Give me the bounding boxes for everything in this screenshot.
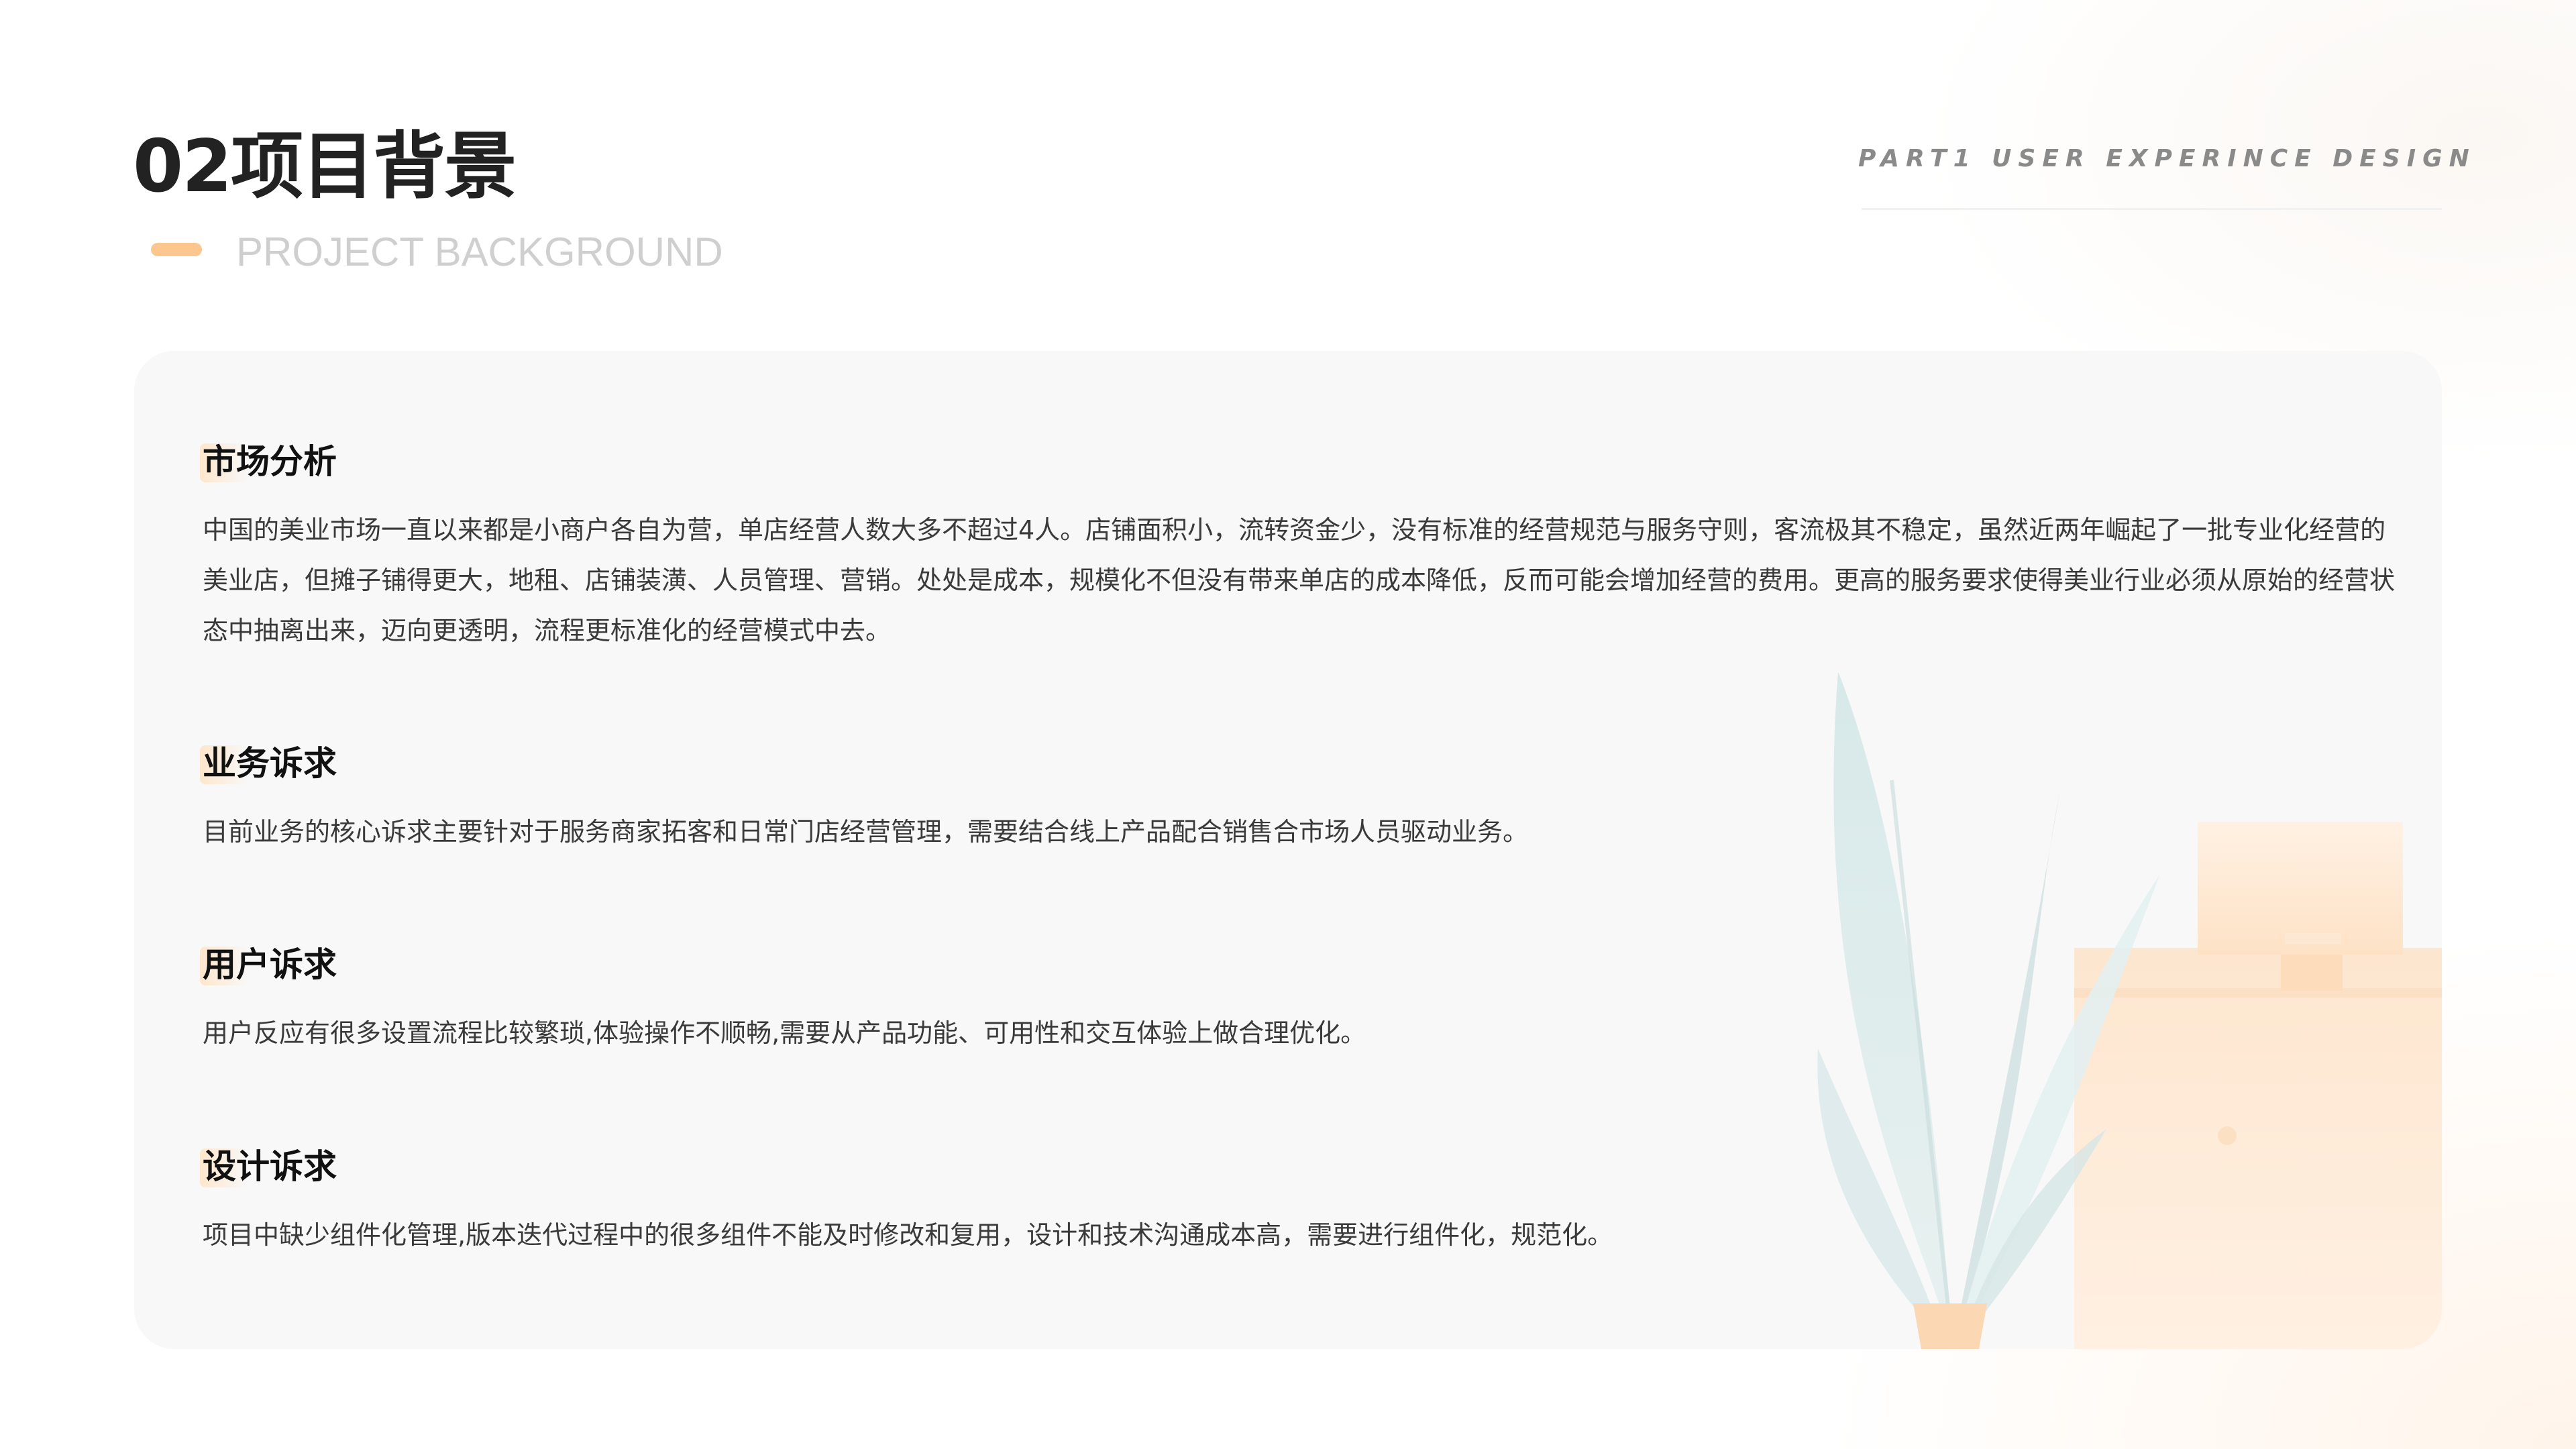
- section-body: 项目中缺少组件化管理,版本迭代过程中的很多组件不能及时修改和复用，设计和技术沟通…: [203, 1220, 1613, 1250]
- section-design-needs: 设计诉求 项目中缺少组件化管理,版本迭代过程中的很多组件不能及时修改和复用，设计…: [200, 1143, 2416, 1260]
- section-heading: 市场分析: [200, 438, 2416, 485]
- section-body: 中国的美业市场一直以来都是小商户各自为营，单店经营人数大多不超过4人。店铺面积小…: [203, 515, 2396, 645]
- section-heading: 业务诉求: [200, 740, 2416, 787]
- section-body: 用户反应有很多设置流程比较繁琐,体验操作不顺畅,需要从产品功能、可用性和交互体验…: [203, 1018, 1366, 1048]
- part-label: PART1 USER EXPERINCE DESIGN: [1858, 145, 2476, 172]
- section-user-needs: 用户诉求 用户反应有很多设置流程比较繁琐,体验操作不顺畅,需要从产品功能、可用性…: [200, 941, 2416, 1059]
- section-heading: 设计诉求: [200, 1143, 2416, 1190]
- section-heading-text: 用户诉求: [203, 945, 337, 984]
- section-heading-text: 设计诉求: [203, 1147, 337, 1186]
- section-heading-text: 市场分析: [203, 442, 337, 481]
- section-market-analysis: 市场分析 中国的美业市场一直以来都是小商户各自为营，单店经营人数大多不超过4人。…: [200, 438, 2416, 656]
- section-heading-text: 业务诉求: [203, 744, 337, 783]
- section-body: 目前业务的核心诉求主要针对于服务商家拓客和日常门店经营管理，需要结合线上产品配合…: [203, 817, 1529, 847]
- page-title: 02项目背景: [133, 125, 517, 209]
- page-subtitle: PROJECT BACKGROUND: [236, 229, 723, 274]
- section-heading: 用户诉求: [200, 941, 2416, 988]
- content-card: 市场分析 中国的美业市场一直以来都是小商户各自为营，单店经营人数大多不超过4人。…: [134, 351, 2442, 1349]
- title-accent-bar: [151, 243, 202, 256]
- section-business-needs: 业务诉求 目前业务的核心诉求主要针对于服务商家拓客和日常门店经营管理，需要结合线…: [200, 740, 2416, 857]
- part-divider: [1862, 208, 2442, 210]
- slide: 02项目背景 PROJECT BACKGROUND PART1 USER EXP…: [0, 0, 2576, 1449]
